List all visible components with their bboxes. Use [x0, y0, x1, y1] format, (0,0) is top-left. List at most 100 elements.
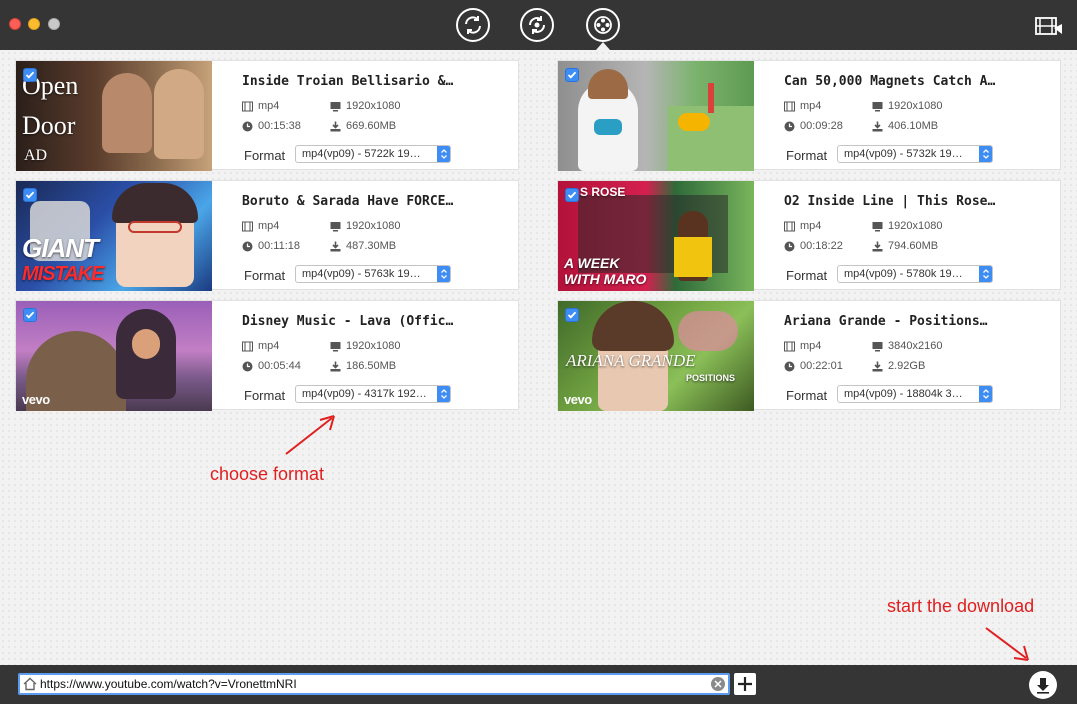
video-thumbnail: vevo	[16, 301, 212, 411]
thumb-text: ARIANA GRANDE	[566, 351, 696, 370]
select-checkbox[interactable]	[23, 308, 37, 322]
select-checkbox[interactable]	[565, 188, 579, 202]
add-url-button[interactable]	[734, 673, 756, 695]
resolution-info: 3840x2160	[872, 340, 942, 352]
select-checkbox[interactable]	[565, 68, 579, 82]
select-checkbox[interactable]	[565, 308, 579, 322]
resolution-value: 1920x1080	[888, 100, 943, 112]
resolution-info: 1920x1080	[330, 100, 400, 112]
annotation-arrow-icon	[285, 415, 335, 455]
video-card[interactable]: ARIANA GRANDE POSITIONS vevo Ariana Gran…	[557, 300, 1061, 411]
convert-icon	[465, 16, 481, 34]
download-size-icon	[330, 121, 341, 131]
format-value: mp4(vp09) - 5780k 19…	[844, 268, 963, 280]
container-info: mp4	[784, 220, 821, 232]
video-download-icon	[594, 16, 612, 34]
film-icon[interactable]	[1034, 14, 1064, 38]
url-bar	[18, 673, 730, 695]
size-value: 794.60MB	[888, 240, 939, 252]
film-strip-icon	[242, 101, 253, 111]
select-arrows-icon	[437, 386, 450, 402]
select-arrows-icon	[437, 146, 450, 162]
resolution-info: 1920x1080	[330, 340, 400, 352]
container-value: mp4	[800, 340, 822, 352]
video-card[interactable]: GIANT MISTAKE Boruto & Sarada Have FORCE…	[15, 180, 519, 291]
download-size-icon	[872, 241, 883, 251]
annotation-arrow-icon	[985, 627, 1029, 661]
format-value: mp4(vp09) - 5732k 19…	[844, 148, 963, 160]
start-download-annotation: start the download	[887, 596, 1035, 616]
check-icon	[567, 71, 577, 79]
select-checkbox[interactable]	[23, 188, 37, 202]
size-info: 487.30MB	[330, 240, 396, 252]
size-value: 406.10MB	[888, 120, 939, 132]
clear-url-button[interactable]	[711, 677, 725, 691]
video-card[interactable]: S ROSE A WEEK WITH MARO O2 Inside Line |…	[557, 180, 1061, 291]
resolution-info: 1920x1080	[872, 100, 942, 112]
video-title: Boruto & Sarada Have FORCE…	[242, 194, 454, 209]
size-info: 406.10MB	[872, 120, 938, 132]
size-value: 186.50MB	[346, 360, 397, 372]
video-card[interactable]: Open Door AD Inside Troian Bellisario &……	[15, 60, 519, 171]
check-icon	[567, 311, 577, 319]
video-title: O2 Inside Line | This Rose…	[784, 194, 996, 209]
format-select[interactable]: mp4(vp09) - 5780k 19…	[837, 265, 993, 283]
resolution-value: 1920x1080	[346, 220, 401, 232]
format-label: Format	[244, 268, 286, 283]
clock-icon	[784, 361, 795, 371]
video-download-tab[interactable]	[586, 8, 620, 42]
size-value: 669.60MB	[346, 120, 397, 132]
check-icon	[25, 71, 35, 79]
film-strip-icon	[784, 341, 795, 351]
format-value: mp4(vp09) - 5763k 19…	[302, 268, 421, 280]
format-label: Format	[244, 148, 286, 163]
video-list: Open Door AD Inside Troian Bellisario &……	[0, 50, 1077, 665]
close-window-button[interactable]	[9, 18, 21, 30]
resolution-value: 1920x1080	[888, 220, 943, 232]
film-strip-icon	[242, 341, 253, 351]
thumb-text: vevo	[22, 392, 50, 407]
duration-info: 00:09:28	[784, 120, 843, 132]
video-card[interactable]: Can 50,000 Magnets Catch A… mp4 1920x108…	[557, 60, 1061, 171]
bottom-bar	[0, 665, 1077, 704]
download-size-icon	[872, 361, 883, 371]
zoom-window-button[interactable]	[48, 18, 60, 30]
active-tab-indicator	[596, 42, 610, 50]
thumb-text: Door	[22, 111, 76, 140]
video-title: Ariana Grande - Positions…	[784, 314, 988, 329]
format-select[interactable]: mp4(vp09) - 4317k 192…	[295, 385, 451, 403]
select-arrows-icon	[979, 386, 992, 402]
container-info: mp4	[242, 340, 279, 352]
convert-tab[interactable]	[456, 8, 490, 42]
duration-value: 00:05:44	[258, 360, 301, 372]
format-select[interactable]: mp4(vp09) - 18804k 3…	[837, 385, 993, 403]
minimize-window-button[interactable]	[28, 18, 40, 30]
start-download-button[interactable]	[1029, 671, 1057, 699]
download-size-icon	[330, 361, 341, 371]
duration-value: 00:11:18	[258, 240, 301, 252]
clock-icon	[242, 241, 253, 251]
thumb-text: GIANT	[22, 233, 99, 263]
select-checkbox[interactable]	[23, 68, 37, 82]
sync-tab[interactable]	[520, 8, 554, 42]
thumb-text: MISTAKE	[22, 263, 105, 285]
url-input[interactable]	[40, 675, 708, 693]
format-select[interactable]: mp4(vp09) - 5732k 19…	[837, 145, 993, 163]
format-label: Format	[786, 268, 828, 283]
format-select[interactable]: mp4(vp09) - 5763k 19…	[295, 265, 451, 283]
format-label: Format	[786, 148, 828, 163]
container-info: mp4	[242, 100, 279, 112]
container-value: mp4	[800, 100, 822, 112]
format-select[interactable]: mp4(vp09) - 5722k 19…	[295, 145, 451, 163]
video-card[interactable]: vevo Disney Music - Lava (Offic… mp4 192…	[15, 300, 519, 411]
format-label: Format	[244, 388, 286, 403]
container-value: mp4	[258, 100, 280, 112]
thumb-text: vevo	[564, 392, 592, 407]
duration-value: 00:09:28	[800, 120, 843, 132]
video-title: Can 50,000 Magnets Catch A…	[784, 74, 996, 89]
download-size-icon	[330, 241, 341, 251]
format-value: mp4(vp09) - 4317k 192…	[302, 388, 427, 400]
monitor-icon	[330, 341, 341, 351]
video-thumbnail: Open Door AD	[16, 61, 212, 171]
video-thumbnail: ARIANA GRANDE POSITIONS vevo	[558, 301, 754, 411]
